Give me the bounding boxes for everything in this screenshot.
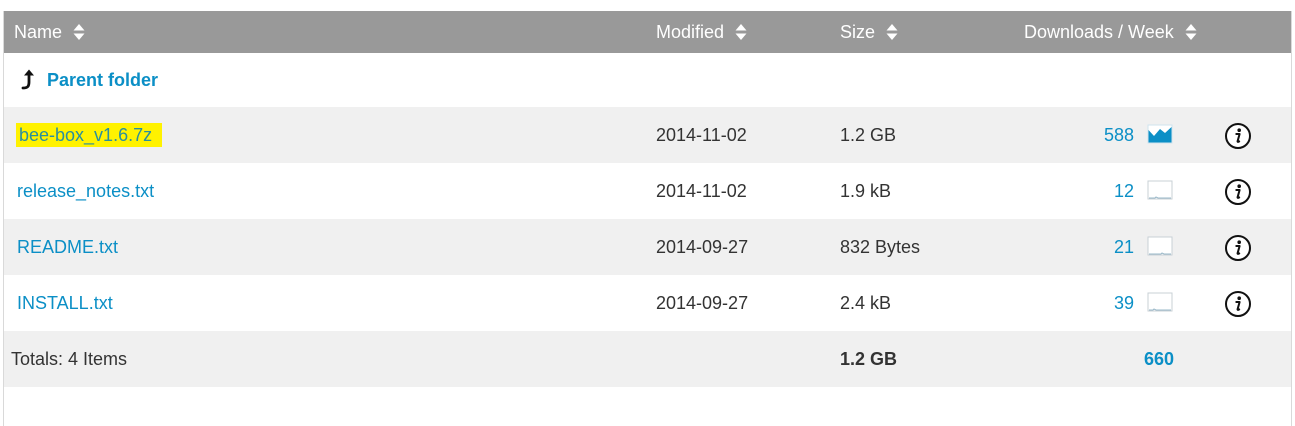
file-name-link[interactable]: INSTALL.txt <box>16 291 113 315</box>
file-size: 1.2 GB <box>840 125 897 145</box>
info-icon[interactable] <box>1224 290 1252 318</box>
parent-folder-label: Parent folder <box>47 70 159 90</box>
parent-folder-row: Parent folder <box>4 53 1291 108</box>
file-modified-date: 2014-11-02 <box>656 181 747 201</box>
file-modified-date: 2014-09-27 <box>656 293 749 313</box>
download-sparkline-icon[interactable] <box>1147 292 1173 312</box>
sort-by-modified-header[interactable]: Modified <box>656 11 747 53</box>
sort-by-name-header[interactable]: Name <box>14 11 85 53</box>
file-size: 832 Bytes <box>840 237 921 257</box>
table-row: README.txt 2014-09-27 832 Bytes 21 <box>4 219 1291 275</box>
file-name-link[interactable]: release_notes.txt <box>16 179 154 203</box>
totals-label: Totals: 4 Items <box>11 349 128 369</box>
info-icon[interactable] <box>1224 122 1252 150</box>
file-modified-date: 2014-09-27 <box>656 237 749 257</box>
file-listing-table: Name Modified Size Downloads / Week Pare… <box>3 11 1292 426</box>
sort-arrows-icon <box>73 23 85 40</box>
table-header: Name Modified Size Downloads / Week <box>4 11 1291 53</box>
download-sparkline-icon[interactable] <box>1147 236 1173 256</box>
up-arrow-icon <box>21 69 34 90</box>
sort-arrows-icon <box>1185 23 1197 40</box>
totals-size: 1.2 GB <box>840 349 898 369</box>
file-name-link[interactable]: bee-box_v1.6.7z <box>16 123 163 147</box>
sort-by-size-header[interactable]: Size <box>840 11 898 53</box>
download-sparkline-icon[interactable] <box>1147 124 1173 144</box>
file-size: 1.9 kB <box>840 181 892 201</box>
weekly-downloads-count[interactable]: 39 <box>1114 291 1134 315</box>
totals-downloads: 660 <box>1143 349 1174 369</box>
downloads-column-label: Downloads / Week <box>1024 22 1174 42</box>
info-icon[interactable] <box>1224 178 1252 206</box>
info-icon[interactable] <box>1224 234 1252 262</box>
totals-row: Totals: 4 Items 1.2 GB 660 <box>4 331 1291 387</box>
size-column-label: Size <box>840 22 876 42</box>
table-row: INSTALL.txt 2014-09-27 2.4 kB 39 <box>4 275 1291 331</box>
modified-column-label: Modified <box>656 22 725 42</box>
weekly-downloads-count[interactable]: 588 <box>1104 123 1134 147</box>
file-size: 2.4 kB <box>840 293 892 313</box>
download-sparkline-icon[interactable] <box>1147 180 1173 200</box>
sort-by-downloads-header[interactable]: Downloads / Week <box>1024 11 1197 53</box>
file-modified-date: 2014-11-02 <box>656 125 747 145</box>
name-column-label: Name <box>14 22 63 42</box>
weekly-downloads-count[interactable]: 21 <box>1114 235 1134 259</box>
sort-arrows-icon <box>886 23 898 40</box>
sort-arrows-icon <box>735 23 747 40</box>
file-name-link[interactable]: README.txt <box>16 235 118 259</box>
parent-folder-link[interactable]: Parent folder <box>21 68 158 92</box>
weekly-downloads-count[interactable]: 12 <box>1114 179 1134 203</box>
table-row: bee-box_v1.6.7z 2014-11-02 1.2 GB 588 <box>4 107 1291 163</box>
table-row: release_notes.txt 2014-11-02 1.9 kB 12 <box>4 163 1291 219</box>
